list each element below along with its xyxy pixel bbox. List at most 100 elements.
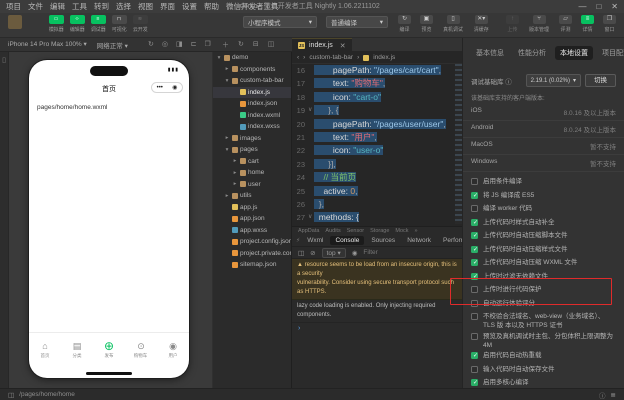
setting-checkbox-row[interactable]: 将 JS 编译成 ES5 bbox=[471, 191, 616, 203]
setting-checkbox-row[interactable]: 输入代码时自动保存文件 bbox=[471, 365, 616, 377]
debugger-tab[interactable]: Console bbox=[330, 236, 365, 245]
nav-back-icon[interactable]: ‹ bbox=[297, 54, 299, 61]
setting-checkbox-row[interactable]: 上传时进行代码保护 bbox=[471, 285, 616, 297]
explorer-tool-icon[interactable]: ＋ bbox=[222, 40, 229, 50]
explorer-tool-icon[interactable]: ◫ bbox=[268, 40, 275, 50]
file-tree-row[interactable]: ▾ pages bbox=[213, 144, 291, 156]
code-area[interactable]: 16 pagePath: "/pages/cart/cart", 17 text:… bbox=[292, 64, 462, 225]
phone-tab-item[interactable]: ⊕ 发布 bbox=[93, 333, 125, 366]
debugger-tab[interactable]: Mock bbox=[395, 228, 408, 234]
current-page-path[interactable]: /pages/home/home bbox=[19, 391, 75, 398]
toolbar-action-button[interactable]: ▱ 评测 bbox=[559, 15, 573, 33]
view-toggle-button[interactable]: ⊓ 可视化 bbox=[111, 15, 127, 33]
file-tree-row[interactable]: index.js bbox=[213, 86, 291, 98]
file-tree-row[interactable]: index.json bbox=[213, 98, 291, 110]
editor-tab[interactable]: JS index.js ✕ bbox=[292, 38, 352, 52]
setting-checkbox-row[interactable]: 不校验合法域名、web-view（业务域名）、TLS 版 本以及 HTTPS 证… bbox=[471, 312, 616, 330]
file-tree-row[interactable]: ▸ user bbox=[213, 179, 291, 191]
minimize-icon[interactable]: — bbox=[578, 2, 586, 11]
file-tree-row[interactable]: index.wxss bbox=[213, 121, 291, 133]
console-prompt[interactable]: › bbox=[292, 323, 462, 334]
checkbox[interactable] bbox=[471, 272, 479, 280]
details-tab[interactable]: 性能分析 bbox=[513, 46, 551, 60]
toolbar-action-button[interactable]: ❐ 窗口 bbox=[603, 15, 617, 33]
menu-item[interactable]: 视图 bbox=[138, 1, 153, 12]
phone-icon[interactable]: ▯ bbox=[2, 57, 6, 64]
phone-tab-item[interactable]: ⊙ 购物车 bbox=[125, 333, 157, 366]
checkbox[interactable] bbox=[471, 379, 479, 386]
checkbox[interactable] bbox=[471, 232, 479, 239]
file-tree-row[interactable]: ▸ utils bbox=[213, 190, 291, 202]
file-tree-row[interactable]: index.wxml bbox=[213, 110, 291, 122]
view-toggle-button[interactable]: ≋ 云开发 bbox=[132, 15, 148, 33]
setting-checkbox-row[interactable]: 上传代码时自动压缩样式文件 bbox=[471, 245, 616, 257]
menu-item[interactable]: 编辑 bbox=[50, 1, 65, 12]
file-tree-row[interactable]: project.config.json bbox=[213, 236, 291, 248]
console-filter-input[interactable]: Filter bbox=[363, 249, 377, 256]
details-tab[interactable]: 项目配置 bbox=[597, 46, 624, 60]
menu-item[interactable]: 帮助 bbox=[204, 1, 219, 12]
setting-checkbox-row[interactable]: 预览及真机调试时主包、分包体积上限调整为4M bbox=[471, 332, 616, 350]
code-editor[interactable]: ‹ › custom-tab-bar › index.js 16 pagePat… bbox=[292, 52, 462, 226]
view-toggle-button[interactable]: ≡ 调试器 bbox=[90, 15, 106, 33]
file-tree-row[interactable]: app.json bbox=[213, 213, 291, 225]
pane-icon[interactable]: ◫ bbox=[8, 391, 14, 399]
checkbox[interactable] bbox=[471, 245, 479, 253]
view-toggle-button[interactable]: ▭ 模拟器 bbox=[48, 15, 64, 33]
toolbar-action-button[interactable]: ↑ 上传 bbox=[506, 15, 519, 33]
file-tree-row[interactable]: ▾ demo bbox=[213, 52, 291, 64]
checkbox[interactable] bbox=[471, 365, 478, 373]
exit-icon[interactable]: ◉ bbox=[172, 84, 177, 91]
checkbox[interactable] bbox=[471, 286, 478, 293]
toolbar-action-button[interactable]: ≡ 详情 bbox=[581, 15, 595, 33]
setting-checkbox-row[interactable]: 启用条件编译 bbox=[471, 177, 616, 189]
checkbox[interactable] bbox=[471, 352, 479, 359]
debugger-tab[interactable]: Network bbox=[402, 236, 436, 245]
console-info[interactable]: lazy code loading is enabled. Only injec… bbox=[292, 300, 462, 323]
simulator-control-icon[interactable]: ◎ bbox=[162, 40, 168, 48]
checkbox[interactable] bbox=[471, 178, 478, 185]
toolbar-action-button[interactable]: ✕▾ 清缓存 bbox=[473, 15, 490, 33]
file-tree-row[interactable]: app.wxss bbox=[213, 225, 291, 237]
view-toggle-button[interactable]: ‹› 编辑器 bbox=[69, 15, 85, 33]
file-tree-row[interactable]: ▸ home bbox=[213, 167, 291, 179]
menu-item[interactable]: 界面 bbox=[160, 1, 175, 12]
menu-item[interactable]: 转到 bbox=[94, 1, 109, 12]
simulator-control-icon[interactable]: ↻ bbox=[148, 40, 154, 48]
file-tree-row[interactable]: app.js bbox=[213, 202, 291, 214]
simulator-control-icon[interactable]: ⊏ bbox=[191, 40, 197, 48]
debugger-tab[interactable]: Audits bbox=[325, 228, 340, 234]
toolbar-action-button[interactable]: ▯ 真机调试 bbox=[442, 15, 464, 33]
avatar[interactable] bbox=[8, 15, 22, 29]
file-tree-row[interactable]: ▸ components bbox=[213, 64, 291, 76]
setting-checkbox-row[interactable]: 上传代码时自动压缩 WXML 文件 bbox=[471, 258, 616, 270]
eye-icon[interactable]: ◉ bbox=[352, 249, 358, 257]
debugger-tab[interactable]: Sensor bbox=[347, 228, 364, 234]
checkbox[interactable] bbox=[471, 191, 479, 199]
explorer-tool-icon[interactable]: ↻ bbox=[238, 40, 244, 50]
maximize-icon[interactable]: □ bbox=[596, 2, 601, 11]
context-select[interactable]: top ▾ bbox=[321, 247, 346, 258]
debugger-tab[interactable]: » bbox=[415, 228, 418, 234]
mode-select[interactable]: 小程序模式 ▾ bbox=[243, 16, 317, 28]
checkbox[interactable] bbox=[471, 299, 478, 307]
checkbox[interactable] bbox=[471, 205, 478, 212]
setting-checkbox-row[interactable]: 上传代码时自动压缩脚本文件 bbox=[471, 231, 616, 243]
console-sidebar-icon[interactable]: ◫ bbox=[298, 249, 304, 257]
phone-mockup[interactable]: ▮▮▮ 首页 ••• ◉ pages/home/home.wxml ⌂ 首页 ▤… bbox=[29, 60, 189, 378]
toolbar-action-button[interactable]: ↻ 编译 bbox=[398, 15, 411, 33]
details-tab[interactable]: 本地设置 bbox=[555, 46, 593, 60]
more-icon[interactable]: ••• bbox=[157, 85, 163, 91]
checkbox[interactable] bbox=[471, 332, 478, 340]
phone-tab-item[interactable]: ▤ 分类 bbox=[61, 333, 93, 366]
close-tab-icon[interactable]: ✕ bbox=[340, 42, 346, 50]
device-select[interactable]: iPhone 14 Pro Max 100% ▾ bbox=[8, 40, 87, 50]
setting-checkbox-row[interactable]: 上传代码时样式自动补全 bbox=[471, 218, 616, 230]
miniprogram-capsule[interactable]: ••• ◉ bbox=[151, 82, 183, 93]
toolbar-action-button[interactable]: ▣ 预览 bbox=[420, 15, 433, 33]
nav-forward-icon[interactable]: › bbox=[303, 54, 305, 61]
base-lib-select[interactable]: 2.19.1 (0.02%) ▾ bbox=[525, 74, 581, 87]
details-tab[interactable]: 基本信息 bbox=[471, 46, 509, 60]
menu-item[interactable]: 设置 bbox=[182, 1, 197, 12]
file-tree-row[interactable]: sitemap.json bbox=[213, 259, 291, 271]
